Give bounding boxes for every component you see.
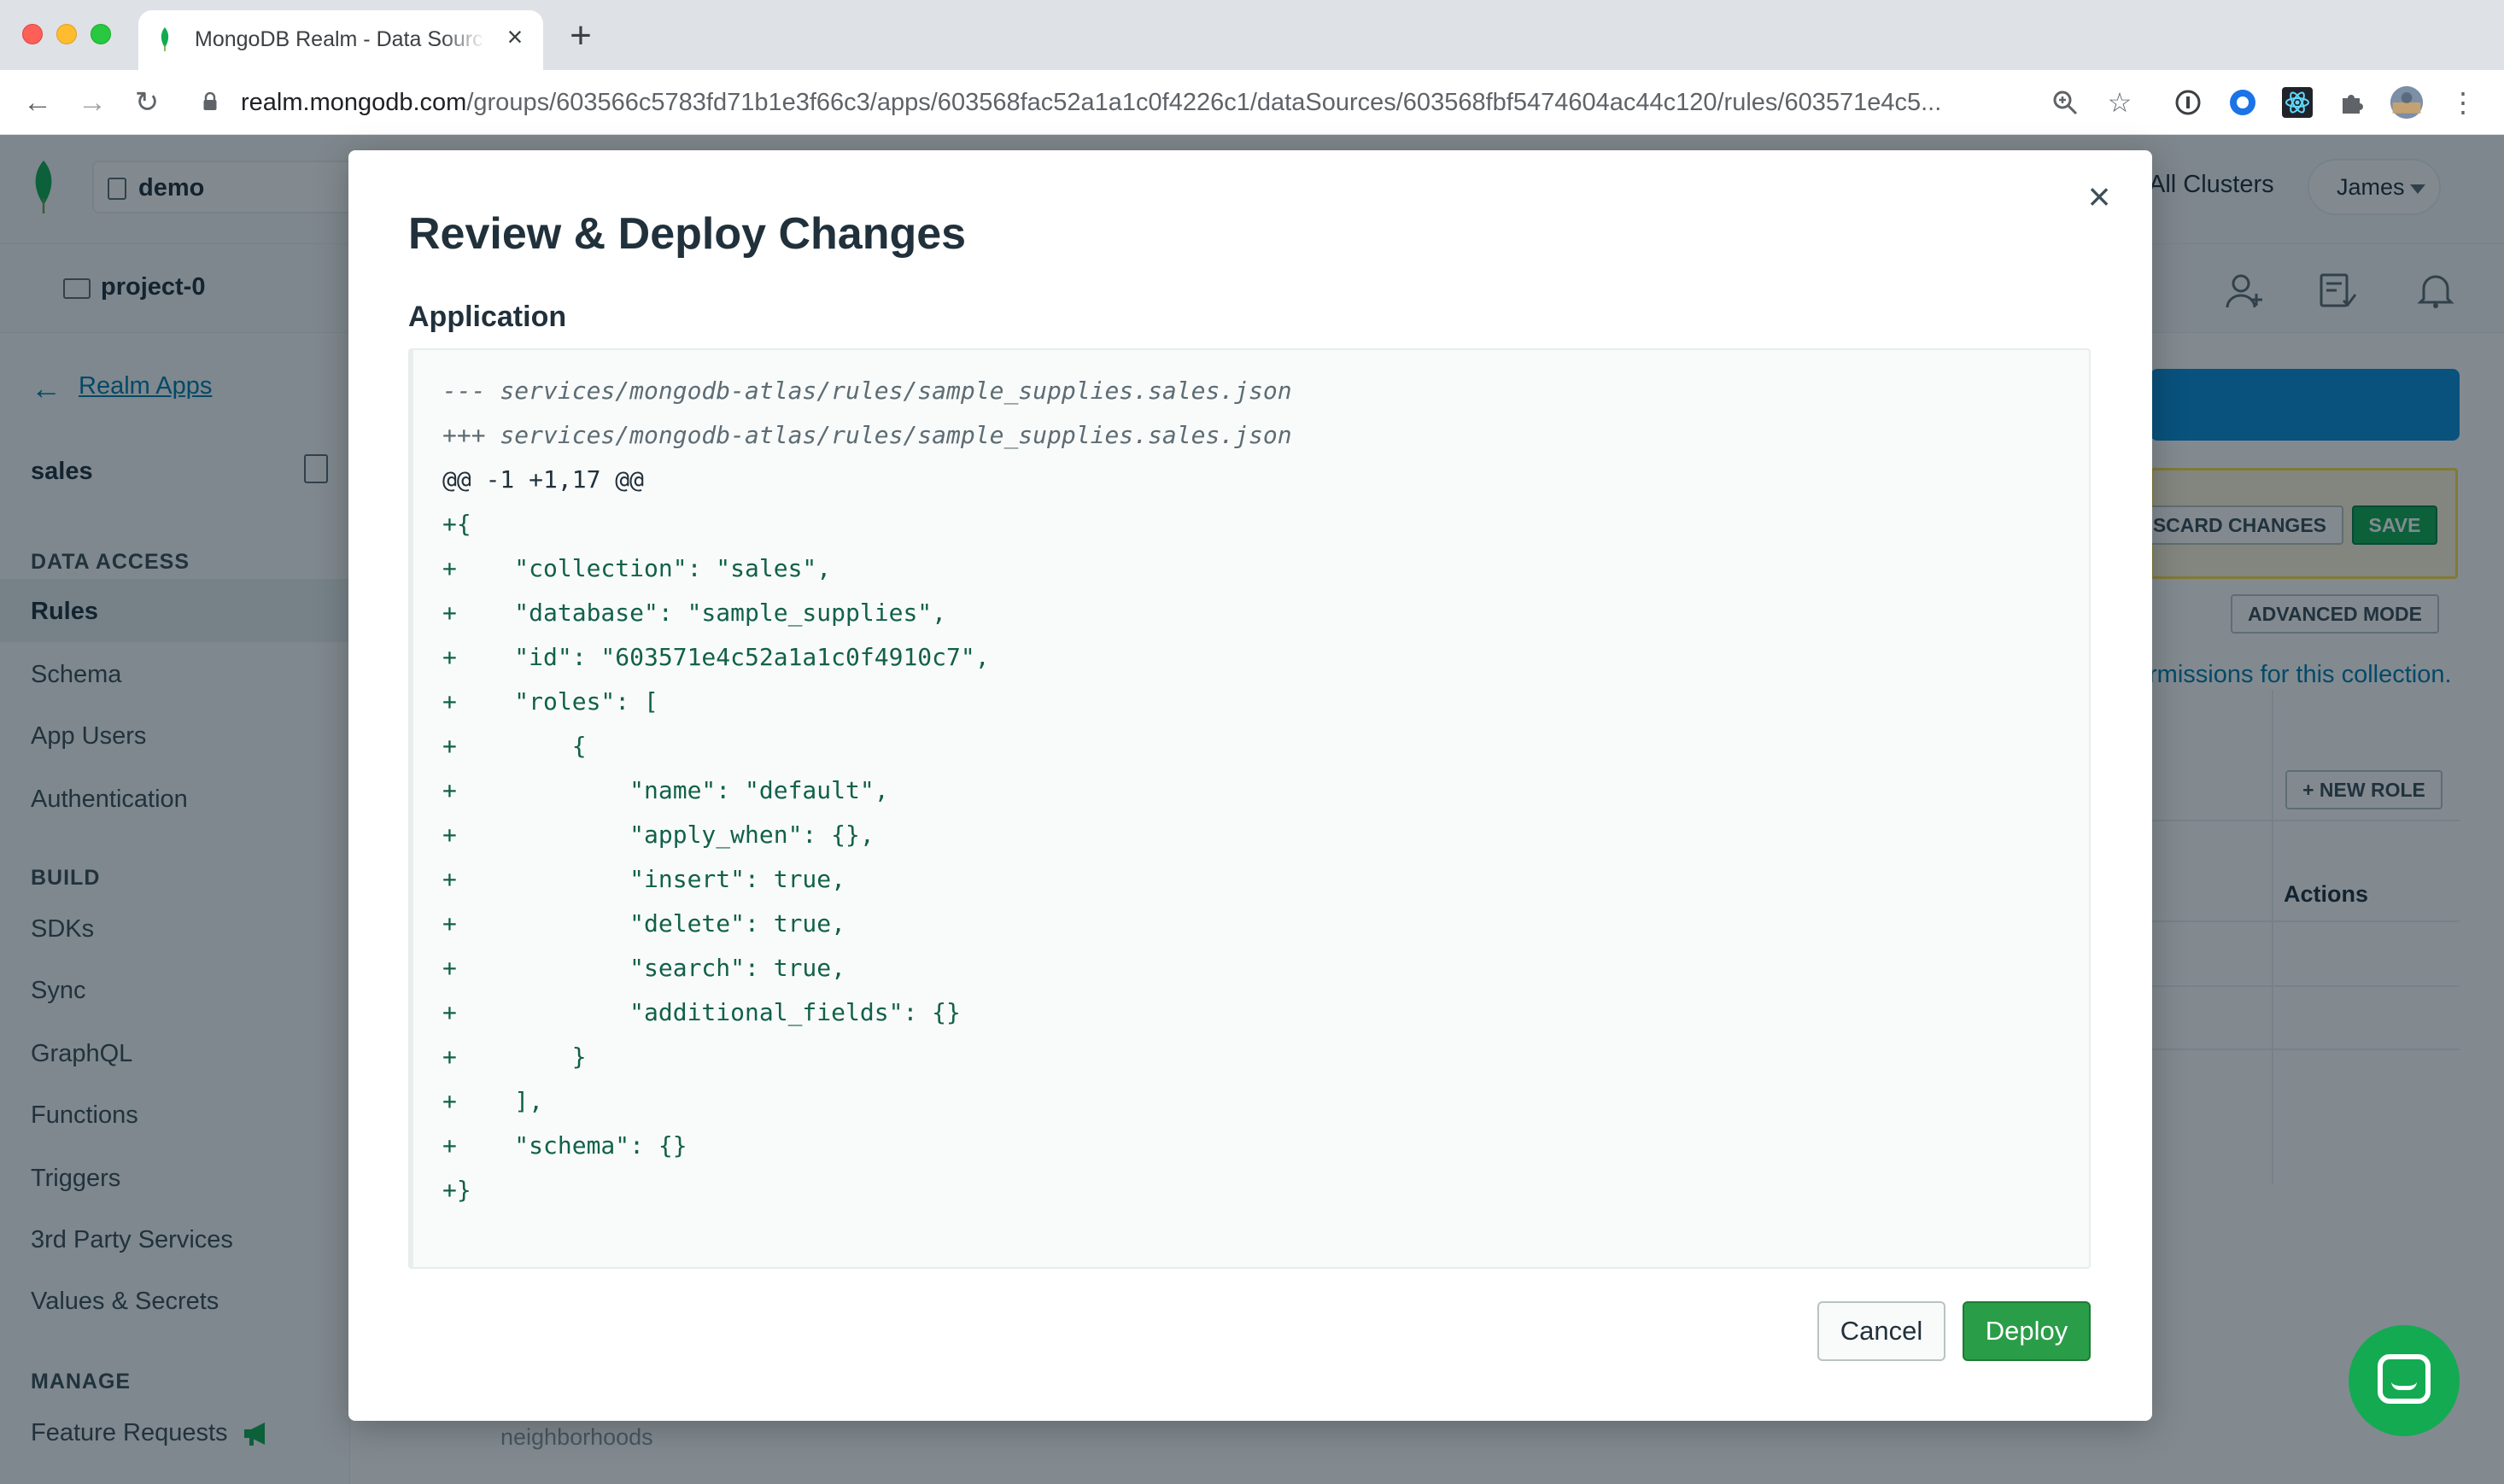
chat-icon — [2378, 1354, 2431, 1404]
diff-line: --- services/mongodb-atlas/rules/sample_… — [442, 377, 1292, 405]
section-label-application: Application — [408, 301, 567, 333]
diff-line: + ], — [442, 1087, 544, 1115]
modal-title: Review & Deploy Changes — [408, 209, 967, 259]
diff-line: + "apply_when": {}, — [442, 821, 875, 849]
mongodb-leaf-icon — [161, 27, 169, 51]
extension-circle-icon[interactable] — [2226, 85, 2260, 120]
browser-toolbar: ← → ↻ realm.mongodb.com/groups/603566c57… — [0, 70, 2504, 135]
window-maximize-button[interactable] — [91, 24, 111, 44]
new-tab-button[interactable]: + — [564, 17, 598, 55]
url-domain: realm.mongodb.com — [241, 89, 467, 116]
review-deploy-modal: × Review & Deploy Changes Application --… — [348, 150, 2152, 1421]
zoom-icon[interactable] — [2048, 85, 2082, 120]
lock-icon — [203, 92, 217, 110]
diff-line: + "search": true, — [442, 954, 846, 982]
tab-title: MongoDB Realm - Data Sources — [195, 27, 485, 51]
reload-icon[interactable]: ↻ — [130, 85, 164, 120]
tab-close-icon[interactable]: × — [500, 22, 529, 51]
extensions-puzzle-icon[interactable] — [2335, 85, 2369, 120]
forward-icon[interactable]: → — [75, 85, 109, 120]
window-minimize-button[interactable] — [56, 24, 77, 44]
diff-line: + "database": "sample_supplies", — [442, 599, 947, 627]
window-close-button[interactable] — [22, 24, 43, 44]
diff-line: + } — [442, 1043, 587, 1071]
diff-line: + "additional_fields": {} — [442, 998, 961, 1026]
diff-line: + "id": "603571e4c52a1a1c0f4910c7", — [442, 643, 990, 671]
close-icon[interactable]: × — [2079, 176, 2120, 217]
browser-tab[interactable]: MongoDB Realm - Data Sources × — [138, 10, 543, 70]
back-icon[interactable]: ← — [20, 85, 55, 120]
address-bar[interactable]: realm.mongodb.com/groups/603566c5783fd71… — [181, 77, 1941, 128]
diff-line: + "delete": true, — [442, 909, 846, 938]
url-text: realm.mongodb.com/groups/603566c5783fd71… — [241, 89, 2205, 117]
bookmark-star-icon[interactable]: ☆ — [2103, 85, 2137, 120]
browser-titlebar: MongoDB Realm - Data Sources × + — [0, 0, 2504, 70]
react-devtools-icon[interactable] — [2280, 85, 2314, 120]
browser-menu-icon[interactable]: ⋮ — [2446, 85, 2480, 120]
diff-line: +++ services/mongodb-atlas/rules/sample_… — [442, 421, 1292, 449]
profile-avatar-icon[interactable] — [2390, 85, 2424, 120]
diff-line: + "collection": "sales", — [442, 554, 832, 582]
diff-line: + "roles": [ — [442, 687, 658, 716]
diff-line: +} — [442, 1176, 471, 1204]
diff-line: +{ — [442, 510, 471, 538]
chat-support-button[interactable] — [2349, 1325, 2460, 1436]
deploy-button[interactable]: Deploy — [1963, 1301, 2091, 1361]
diff-line: + { — [442, 732, 587, 760]
diff-line: + "schema": {} — [442, 1131, 687, 1160]
cancel-button[interactable]: Cancel — [1817, 1301, 1945, 1361]
diff-viewer: --- services/mongodb-atlas/rules/sample_… — [408, 348, 2091, 1269]
password-manager-icon[interactable] — [2171, 85, 2205, 120]
url-path: /groups/603566c5783fd71b1e3f66c3/apps/60… — [466, 89, 1942, 116]
diff-line: + "name": "default", — [442, 776, 889, 804]
diff-line: @@ -1 +1,17 @@ — [442, 465, 645, 494]
diff-line: + "insert": true, — [442, 865, 846, 893]
